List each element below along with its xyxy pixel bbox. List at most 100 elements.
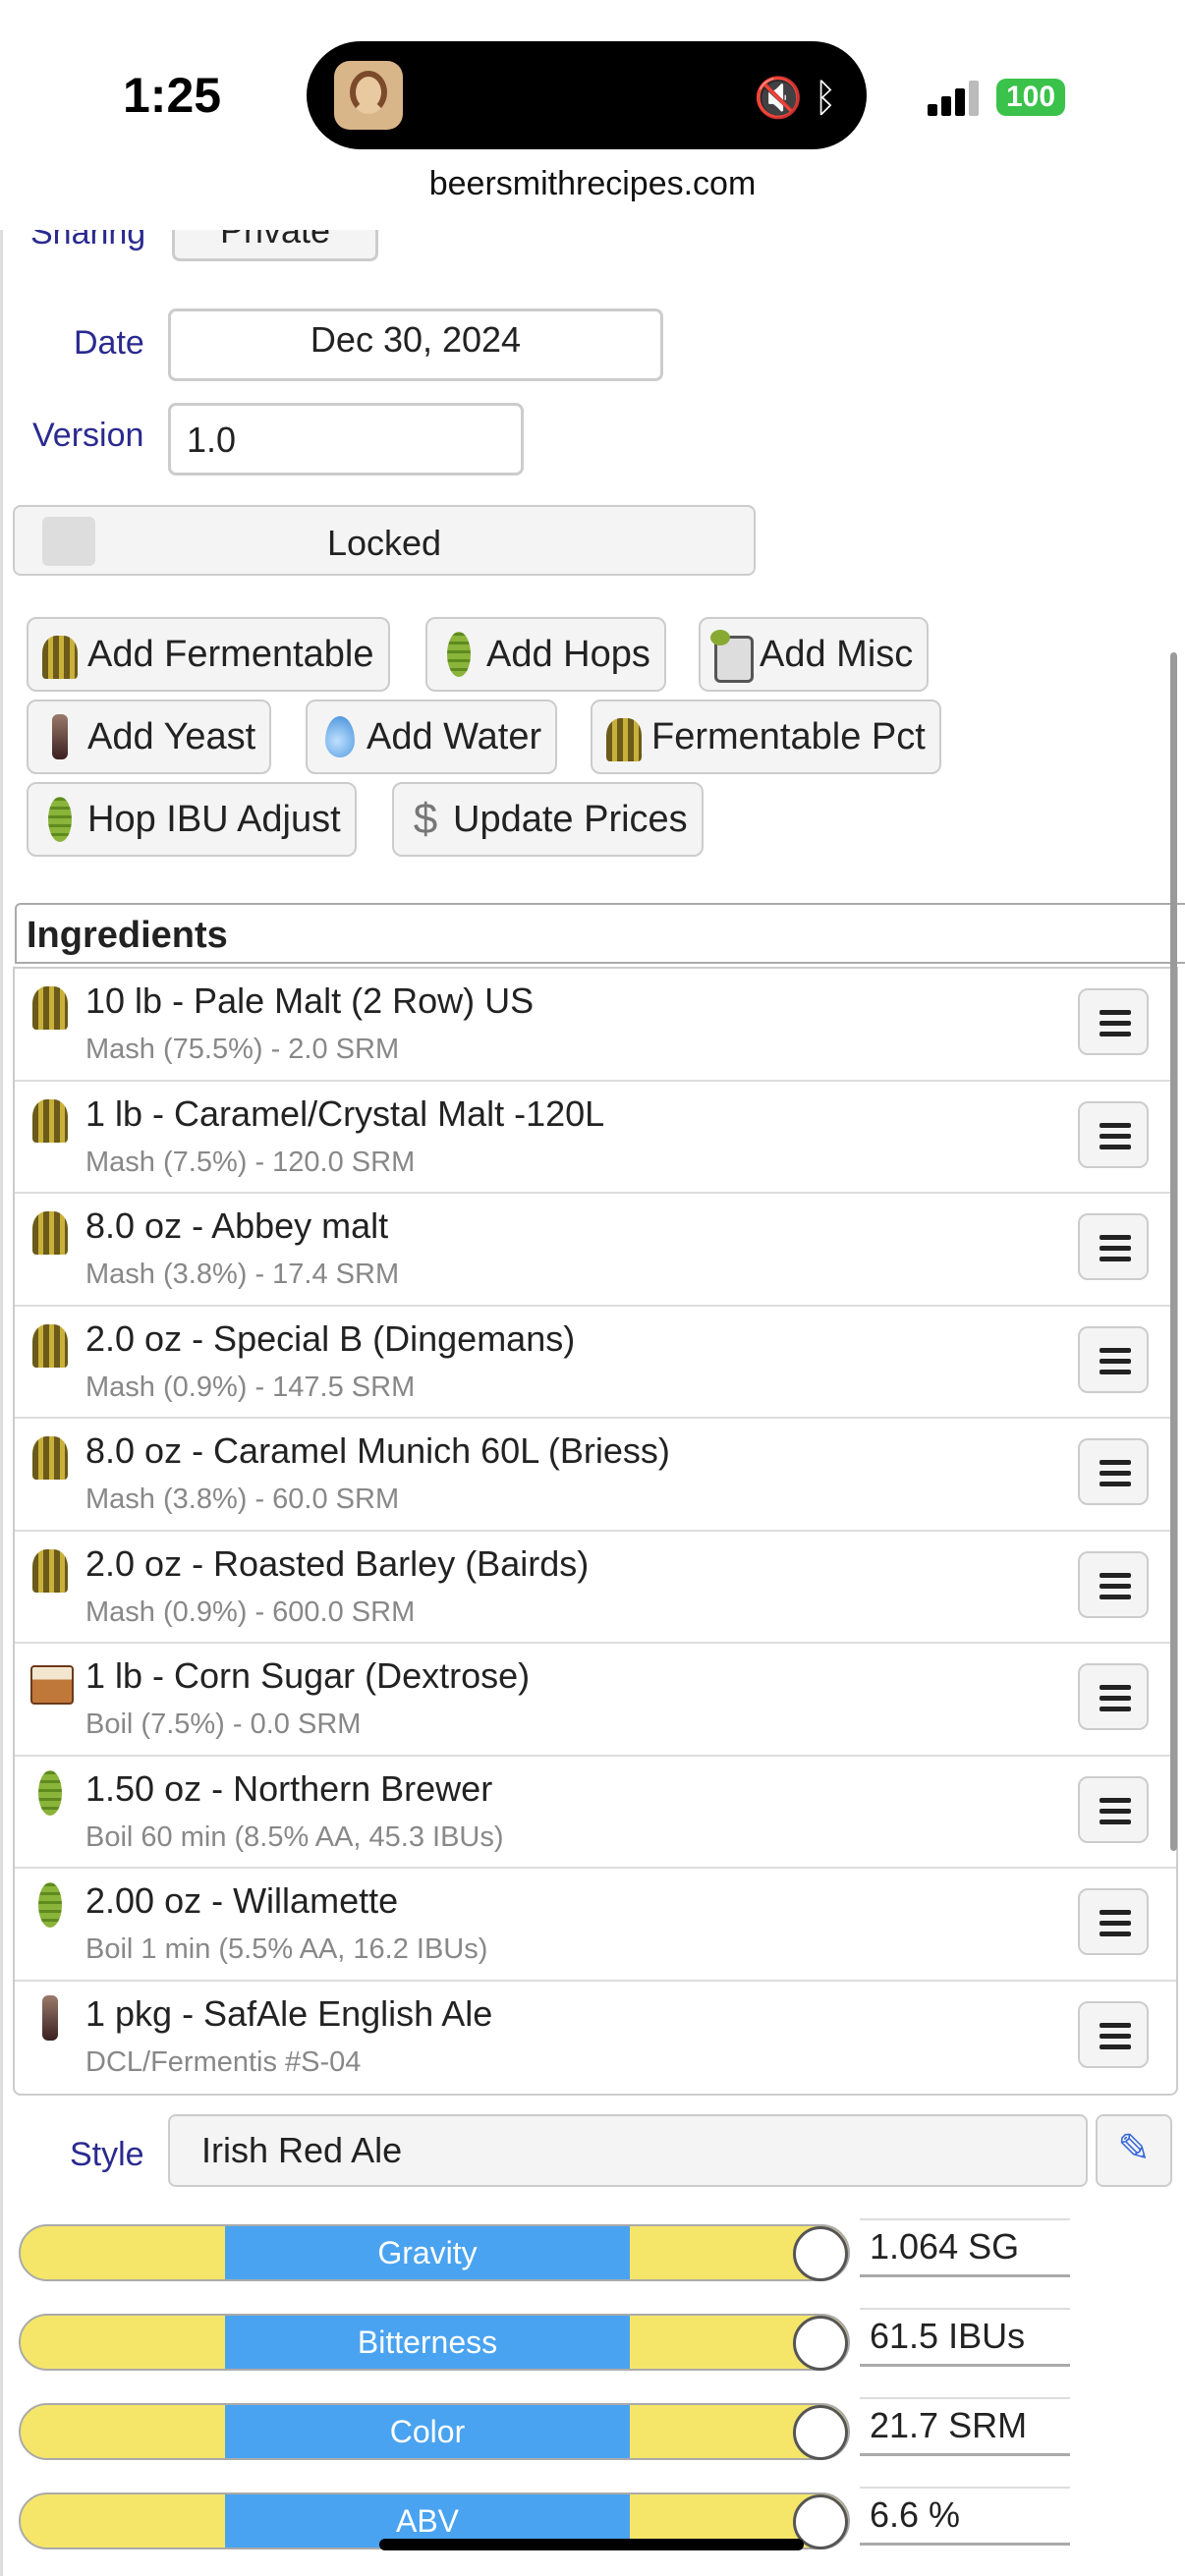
yeast-icon bbox=[38, 712, 82, 761]
misc-icon bbox=[710, 630, 754, 683]
color-label: Color bbox=[225, 2405, 630, 2458]
ingredient-row[interactable]: 1 lb - Corn Sugar (Dextrose) Boil (7.5%) … bbox=[15, 1644, 1176, 1757]
ingredient-detail: Mash (3.8%) - 17.4 SRM bbox=[85, 1259, 400, 1290]
status-bar: 1:25 🔇 ᛒ 100 bbox=[0, 0, 1185, 149]
ingredient-row[interactable]: 1 pkg - SafAle English Ale DCL/Fermentis … bbox=[15, 1982, 1176, 2095]
cellular-signal-icon bbox=[928, 81, 987, 116]
version-value: 1.0 bbox=[187, 420, 237, 460]
sharing-value: Private bbox=[219, 230, 331, 251]
ingredient-menu-button[interactable] bbox=[1078, 1663, 1149, 1730]
ingredient-name: 1.50 oz - Northern Brewer bbox=[85, 1767, 493, 1809]
add-hops-button[interactable]: Add Hops bbox=[425, 617, 666, 692]
ingredient-row[interactable]: 2.0 oz - Special B (Dingemans) Mash (0.9%… bbox=[15, 1307, 1176, 1419]
add-hops-label: Add Hops bbox=[486, 633, 650, 675]
locked-label: Locked bbox=[326, 523, 442, 563]
sugar-icon bbox=[28, 1655, 74, 1705]
ingredient-detail: Mash (0.9%) - 147.5 SRM bbox=[85, 1371, 416, 1403]
ingredient-name: 10 lb - Pale Malt (2 Row) US bbox=[85, 980, 535, 1021]
sharing-select[interactable]: Private bbox=[172, 230, 378, 261]
version-input[interactable]: 1.0 bbox=[168, 403, 524, 476]
home-indicator[interactable] bbox=[379, 2539, 804, 2550]
ingredient-row[interactable]: 8.0 oz - Abbey malt Mash (3.8%) - 17.4 SR… bbox=[15, 1194, 1176, 1307]
mute-bluetooth-icon: 🔇 ᛒ bbox=[754, 77, 837, 120]
update-prices-label: Update Prices bbox=[453, 798, 688, 840]
recipe-page: Sharing Private Date Dec 30, 2024 Versio… bbox=[0, 230, 1185, 2576]
ingredient-name: 2.0 oz - Special B (Dingemans) bbox=[85, 1317, 576, 1359]
grain-icon bbox=[28, 1430, 72, 1480]
dynamic-island: 🔇 ᛒ bbox=[307, 41, 867, 149]
date-value: Dec 30, 2024 bbox=[310, 319, 522, 360]
ingredient-menu-button[interactable] bbox=[1078, 988, 1149, 1055]
locked-toggle[interactable]: Locked bbox=[13, 505, 756, 576]
ingredient-row[interactable]: 2.00 oz - Willamette Boil 1 min (5.5% AA,… bbox=[15, 1869, 1176, 1982]
ingredients-header: Ingredients bbox=[15, 903, 1185, 964]
yeast-icon bbox=[28, 1993, 72, 2043]
ingredient-menu-button[interactable] bbox=[1078, 1213, 1149, 1280]
ingredient-menu-button[interactable] bbox=[1078, 1550, 1149, 1618]
update-prices-button[interactable]: $ Update Prices bbox=[392, 782, 704, 857]
status-time: 1:25 bbox=[123, 68, 222, 123]
add-misc-button[interactable]: Add Misc bbox=[699, 617, 930, 692]
fermentable-pct-button[interactable]: Fermentable Pct bbox=[591, 700, 941, 774]
add-misc-label: Add Misc bbox=[760, 633, 914, 675]
add-fermentable-button[interactable]: Add Fermentable bbox=[27, 617, 390, 692]
ingredient-menu-button[interactable] bbox=[1078, 1100, 1149, 1168]
ingredient-row[interactable]: 1.50 oz - Northern Brewer Boil 60 min (8.… bbox=[15, 1757, 1176, 1869]
hop-icon bbox=[437, 630, 480, 679]
grain-icon bbox=[28, 1543, 72, 1593]
fermentable-pct-label: Fermentable Pct bbox=[651, 715, 926, 757]
ingredient-name: 8.0 oz - Caramel Munich 60L (Briess) bbox=[85, 1430, 670, 1471]
hop-icon bbox=[28, 1880, 72, 1930]
ingredient-detail: Mash (7.5%) - 120.0 SRM bbox=[85, 1146, 416, 1178]
hop-ibu-adjust-button[interactable]: Hop IBU Adjust bbox=[27, 782, 357, 857]
ingredient-menu-button[interactable] bbox=[1078, 1438, 1149, 1505]
ingredient-detail: Mash (0.9%) - 600.0 SRM bbox=[85, 1596, 416, 1628]
add-fermentable-label: Add Fermentable bbox=[87, 633, 374, 675]
color-value: 21.7 SRM bbox=[860, 2397, 1070, 2456]
gravity-label: Gravity bbox=[225, 2226, 630, 2279]
ingredient-name: 8.0 oz - Abbey malt bbox=[85, 1205, 389, 1246]
ingredient-row[interactable]: 2.0 oz - Roasted Barley (Bairds) Mash (0.… bbox=[15, 1532, 1176, 1644]
bitterness-value: 61.5 IBUs bbox=[860, 2308, 1070, 2367]
ingredient-menu-button[interactable] bbox=[1078, 1775, 1149, 1843]
edit-style-button[interactable]: ✎ bbox=[1096, 2114, 1172, 2187]
scrollbar[interactable] bbox=[1170, 652, 1177, 1851]
version-label: Version bbox=[32, 417, 144, 454]
add-yeast-button[interactable]: Add Yeast bbox=[27, 700, 272, 774]
grain-icon bbox=[28, 1205, 72, 1255]
now-playing-avatar bbox=[334, 61, 403, 130]
ingredient-menu-button[interactable] bbox=[1078, 2000, 1149, 2068]
ingredient-name: 2.00 oz - Willamette bbox=[85, 1880, 399, 1921]
ingredient-detail: Mash (3.8%) - 60.0 SRM bbox=[85, 1484, 400, 1515]
gravity-bar: Gravity bbox=[19, 2224, 850, 2281]
dollar-icon: $ bbox=[413, 795, 438, 843]
bitterness-label: Bitterness bbox=[225, 2316, 630, 2369]
hop-icon bbox=[38, 795, 82, 844]
style-input[interactable]: Irish Red Ale bbox=[168, 2114, 1088, 2187]
add-water-label: Add Water bbox=[367, 715, 542, 757]
ingredient-row[interactable]: 8.0 oz - Caramel Munich 60L (Briess) Mash… bbox=[15, 1419, 1176, 1532]
style-label: Style bbox=[70, 2136, 144, 2173]
grain-icon bbox=[28, 1093, 72, 1143]
add-water-button[interactable]: Add Water bbox=[306, 700, 558, 774]
ingredient-detail: Boil 60 min (8.5% AA, 45.3 IBUs) bbox=[85, 1820, 504, 1853]
gravity-indicator bbox=[793, 2226, 848, 2281]
ingredient-menu-button[interactable] bbox=[1078, 1888, 1149, 1955]
ingredient-row[interactable]: 1 lb - Caramel/Crystal Malt -120L Mash (7… bbox=[15, 1082, 1176, 1194]
ingredients-list: 10 lb - Pale Malt (2 Row) US Mash (75.5%)… bbox=[13, 967, 1178, 2096]
date-input[interactable]: Dec 30, 2024 bbox=[168, 308, 663, 381]
ingredient-detail: Boil 1 min (5.5% AA, 16.2 IBUs) bbox=[85, 1933, 488, 1965]
ingredient-row[interactable]: 10 lb - Pale Malt (2 Row) US Mash (75.5%)… bbox=[15, 969, 1176, 1082]
color-bar: Color bbox=[19, 2403, 850, 2460]
bitterness-bar: Bitterness bbox=[19, 2314, 850, 2371]
grain-icon bbox=[38, 630, 82, 679]
address-bar[interactable]: beersmithrecipes.com bbox=[0, 165, 1185, 203]
grain-icon bbox=[602, 712, 646, 761]
ingredient-detail: Mash (75.5%) - 2.0 SRM bbox=[85, 1034, 400, 1065]
battery-icon: 100 bbox=[996, 79, 1065, 116]
style-value: Irish Red Ale bbox=[201, 2130, 403, 2170]
sharing-label: Sharing bbox=[30, 230, 146, 252]
gravity-value: 1.064 SG bbox=[860, 2218, 1070, 2277]
ingredient-name: 1 pkg - SafAle English Ale bbox=[85, 1992, 493, 2034]
ingredient-menu-button[interactable] bbox=[1078, 1325, 1149, 1393]
